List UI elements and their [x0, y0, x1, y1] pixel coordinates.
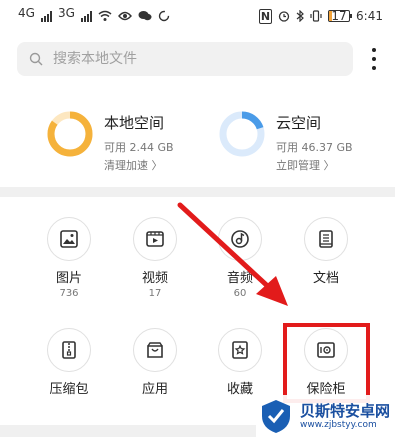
- cloud-storage-ring-icon: [219, 111, 265, 157]
- search-bar[interactable]: [17, 42, 353, 76]
- archive-icon: [47, 328, 91, 372]
- watermark-logo-icon: [262, 400, 290, 433]
- local-storage-title: 本地空间: [104, 114, 165, 132]
- signal-icon: [40, 10, 52, 22]
- category-count: 736: [59, 288, 79, 299]
- chat-icon: [138, 11, 152, 21]
- category-audio[interactable]: 音频 60: [205, 217, 275, 299]
- category-count: 17: [148, 288, 162, 299]
- status-bar: 4G 3G N 17 6:41: [0, 0, 395, 32]
- search-icon: [29, 52, 43, 66]
- clock: 6:41: [356, 9, 383, 23]
- status-left: 4G 3G: [18, 6, 170, 23]
- storage-section: 本地空间 可用 2.44 GB 清理加速 〉 云空间 可用 46.37 GB 立…: [0, 110, 395, 180]
- category-label: 视频: [141, 271, 168, 286]
- document-icon: [304, 217, 348, 261]
- image-icon: [47, 217, 91, 261]
- local-storage-card[interactable]: 本地空间 可用 2.44 GB 清理加速 〉: [46, 110, 174, 173]
- bluetooth-icon: [296, 10, 304, 22]
- vibrate-icon: [310, 10, 322, 22]
- chevron-right-icon: 〉: [323, 159, 335, 172]
- app-icon: [133, 328, 177, 372]
- local-storage-ring-icon: [47, 111, 93, 157]
- battery-icon: 17: [328, 9, 353, 23]
- wifi-icon: [98, 10, 112, 21]
- battery-level: 17: [331, 9, 347, 23]
- category-favorites[interactable]: 收藏: [205, 328, 275, 397]
- status-right: N 17 6:41: [258, 8, 383, 24]
- search-input[interactable]: [51, 50, 315, 68]
- local-storage-available: 可用 2.44 GB: [104, 141, 174, 154]
- watermark-url: www.zjbstyy.com: [300, 419, 377, 430]
- signal-icon-2: [80, 10, 92, 22]
- more-dot-icon: [372, 48, 376, 52]
- category-label: 音频: [226, 271, 253, 286]
- category-documents[interactable]: 文档: [291, 217, 361, 286]
- audio-icon: [218, 217, 262, 261]
- category-apps[interactable]: 应用: [120, 328, 190, 397]
- category-count: 60: [233, 288, 247, 299]
- cloud-storage-title: 云空间: [276, 114, 322, 132]
- cloud-storage-available: 可用 46.37 GB: [276, 141, 353, 154]
- favorite-icon: [218, 328, 262, 372]
- category-label: 图片: [55, 271, 82, 286]
- category-videos[interactable]: 视频 17: [120, 217, 190, 299]
- annotation-highlight-box: [283, 323, 370, 403]
- cloud-storage-card[interactable]: 云空间 可用 46.37 GB 立即管理 〉: [218, 110, 353, 173]
- eye-icon: [117, 11, 132, 21]
- category-label: 文档: [312, 271, 339, 286]
- category-images[interactable]: 图片 736: [34, 217, 104, 299]
- more-options-button[interactable]: [364, 45, 384, 73]
- local-storage-action[interactable]: 清理加速 〉: [104, 157, 174, 173]
- network-type-2: 3G: [57, 6, 75, 20]
- category-label: 应用: [141, 382, 168, 397]
- nfc-icon: N: [258, 8, 273, 24]
- category-label: 收藏: [226, 382, 253, 397]
- category-label: 压缩包: [49, 382, 89, 397]
- loading-icon: [158, 10, 170, 22]
- network-type-1: 4G: [18, 6, 35, 20]
- cloud-storage-action[interactable]: 立即管理 〉: [276, 157, 353, 173]
- video-icon: [133, 217, 177, 261]
- local-storage-action-label: 清理加速: [104, 159, 148, 172]
- alarm-icon: [278, 11, 290, 22]
- category-archives[interactable]: 压缩包: [34, 328, 104, 397]
- section-divider: [0, 187, 395, 197]
- watermark-title: 贝斯特安卓网: [300, 401, 391, 420]
- watermark: 贝斯特安卓网 www.zjbstyy.com: [256, 395, 395, 437]
- cloud-storage-action-label: 立即管理: [276, 159, 320, 172]
- bottom-strip: [0, 425, 256, 437]
- chevron-right-icon: 〉: [151, 159, 163, 172]
